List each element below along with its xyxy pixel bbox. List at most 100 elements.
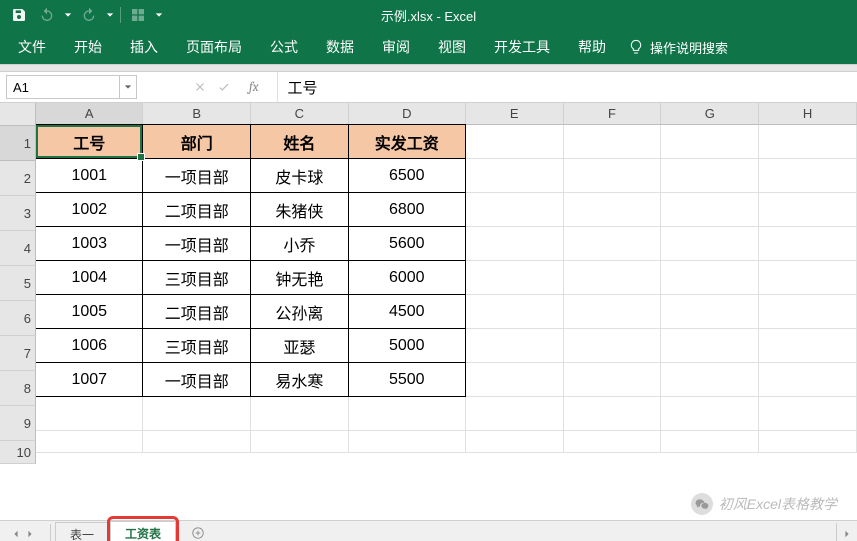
cell[interactable] xyxy=(759,295,857,329)
cell[interactable] xyxy=(564,261,662,295)
redo-dropdown-icon[interactable] xyxy=(106,11,114,19)
cell[interactable]: 一项目部 xyxy=(142,362,250,397)
cell[interactable] xyxy=(466,363,564,397)
sheet-tab-active[interactable]: 工资表 xyxy=(110,521,176,541)
cell[interactable] xyxy=(466,159,564,193)
cell[interactable]: 1001 xyxy=(36,158,143,193)
cell[interactable] xyxy=(349,397,466,431)
cell[interactable] xyxy=(661,397,759,431)
cell[interactable]: 4500 xyxy=(348,294,466,329)
cell[interactable] xyxy=(36,397,143,431)
cell[interactable] xyxy=(466,295,564,329)
qat-grid-icon[interactable] xyxy=(127,4,149,26)
row-header[interactable]: 1 xyxy=(0,126,36,161)
cell[interactable]: 部门 xyxy=(142,124,250,159)
cell[interactable]: 实发工资 xyxy=(348,124,466,159)
cell[interactable]: 亚瑟 xyxy=(250,328,349,363)
cell[interactable] xyxy=(349,431,466,453)
cell[interactable]: 三项目部 xyxy=(142,328,250,363)
cell[interactable] xyxy=(466,227,564,261)
row-header[interactable]: 5 xyxy=(0,266,36,301)
cell[interactable] xyxy=(661,227,759,261)
cell[interactable]: 6000 xyxy=(348,260,466,295)
row-header[interactable]: 10 xyxy=(0,441,36,464)
cell[interactable] xyxy=(466,125,564,159)
cell[interactable]: 6800 xyxy=(348,192,466,227)
fill-handle[interactable] xyxy=(137,153,145,161)
cell[interactable]: 1003 xyxy=(36,226,143,261)
cell[interactable]: 1006 xyxy=(36,328,143,363)
cell[interactable] xyxy=(466,397,564,431)
row-header[interactable]: 8 xyxy=(0,371,36,406)
ribbon-tab-help[interactable]: 帮助 xyxy=(564,29,620,65)
cell[interactable] xyxy=(759,431,857,453)
cell[interactable] xyxy=(251,431,349,453)
cell[interactable] xyxy=(466,193,564,227)
cell[interactable] xyxy=(36,431,143,453)
row-header[interactable]: 2 xyxy=(0,161,36,196)
cell[interactable]: 钟无艳 xyxy=(250,260,349,295)
cell[interactable] xyxy=(143,397,250,431)
cell[interactable] xyxy=(564,159,662,193)
name-box[interactable] xyxy=(6,75,137,99)
new-sheet-button[interactable] xyxy=(187,522,209,541)
cell[interactable]: 二项目部 xyxy=(142,294,250,329)
undo-button[interactable] xyxy=(36,4,58,26)
cell[interactable] xyxy=(759,193,857,227)
row-header[interactable]: 7 xyxy=(0,336,36,371)
name-box-dropdown-icon[interactable] xyxy=(119,76,136,98)
cell[interactable] xyxy=(661,125,759,159)
cell[interactable]: 6500 xyxy=(348,158,466,193)
cell[interactable]: 1004 xyxy=(36,260,143,295)
cell[interactable] xyxy=(564,363,662,397)
cell[interactable] xyxy=(564,125,662,159)
hscroll-right-icon[interactable] xyxy=(836,523,857,541)
undo-dropdown-icon[interactable] xyxy=(64,11,72,19)
cell[interactable]: 5000 xyxy=(348,328,466,363)
select-all-corner[interactable] xyxy=(0,103,36,126)
cell[interactable]: 一项目部 xyxy=(142,226,250,261)
cell[interactable] xyxy=(564,193,662,227)
cell[interactable] xyxy=(661,329,759,363)
cell[interactable]: 1007 xyxy=(36,362,143,397)
cell[interactable] xyxy=(564,295,662,329)
cell[interactable] xyxy=(661,363,759,397)
row-header[interactable]: 3 xyxy=(0,196,36,231)
col-header[interactable]: A xyxy=(36,103,143,126)
cell[interactable] xyxy=(759,397,857,431)
cell[interactable] xyxy=(759,363,857,397)
cell[interactable]: 小乔 xyxy=(250,226,349,261)
cell[interactable] xyxy=(661,193,759,227)
qat-customize-icon[interactable] xyxy=(155,11,163,19)
cell[interactable] xyxy=(251,397,349,431)
tell-me-search[interactable]: 操作说明搜索 xyxy=(628,38,728,57)
ribbon-tab-pagelayout[interactable]: 页面布局 xyxy=(172,29,256,65)
cell[interactable] xyxy=(564,227,662,261)
cell[interactable]: 5600 xyxy=(348,226,466,261)
row-header[interactable]: 9 xyxy=(0,406,36,441)
row-header[interactable]: 6 xyxy=(0,301,36,336)
ribbon-tab-formulas[interactable]: 公式 xyxy=(256,29,312,65)
cell[interactable]: 1002 xyxy=(36,192,143,227)
col-header[interactable]: G xyxy=(661,103,759,125)
cell[interactable] xyxy=(564,397,662,431)
cell[interactable] xyxy=(466,431,564,453)
cell[interactable] xyxy=(759,159,857,193)
ribbon-tab-view[interactable]: 视图 xyxy=(424,29,480,65)
sheet-tab[interactable]: 表一 xyxy=(55,522,109,541)
ribbon-tab-insert[interactable]: 插入 xyxy=(116,29,172,65)
cell[interactable]: 公孙离 xyxy=(250,294,349,329)
sheet-next-icon[interactable] xyxy=(24,524,36,541)
redo-button[interactable] xyxy=(78,4,100,26)
ribbon-tab-file[interactable]: 文件 xyxy=(4,29,60,65)
cell[interactable] xyxy=(564,329,662,363)
sheet-prev-icon[interactable] xyxy=(10,524,22,541)
fx-icon[interactable]: fx xyxy=(249,80,259,95)
cell[interactable] xyxy=(759,227,857,261)
cell[interactable]: 1005 xyxy=(36,294,143,329)
ribbon-tab-home[interactable]: 开始 xyxy=(60,29,116,65)
cell[interactable]: 朱猪侠 xyxy=(250,192,349,227)
row-header[interactable]: 4 xyxy=(0,231,36,266)
cell[interactable]: 姓名 xyxy=(250,124,349,159)
cancel-icon[interactable] xyxy=(193,80,207,94)
